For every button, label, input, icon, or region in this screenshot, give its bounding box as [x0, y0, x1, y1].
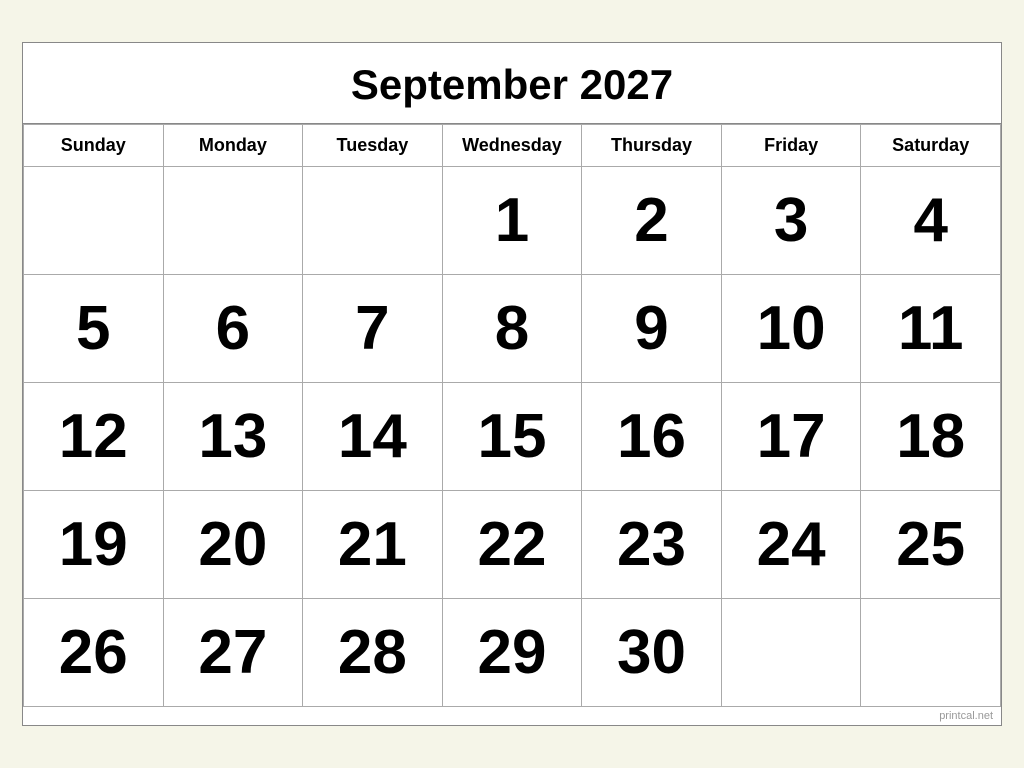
week-row-1: 1234 [24, 167, 1001, 275]
day-cell-27: 27 [163, 599, 303, 707]
day-cell-3: 3 [721, 167, 861, 275]
week-row-2: 567891011 [24, 275, 1001, 383]
watermark: printcal.net [23, 707, 1001, 725]
day-cell-24: 24 [721, 491, 861, 599]
day-cell-22: 22 [442, 491, 582, 599]
day-cell-28: 28 [303, 599, 443, 707]
day-header-thursday: Thursday [582, 125, 722, 167]
day-cell-1: 1 [442, 167, 582, 275]
day-header-saturday: Saturday [861, 125, 1001, 167]
empty-cell [721, 599, 861, 707]
day-cell-12: 12 [24, 383, 164, 491]
week-row-4: 19202122232425 [24, 491, 1001, 599]
week-row-5: 2627282930 [24, 599, 1001, 707]
day-cell-11: 11 [861, 275, 1001, 383]
empty-cell [303, 167, 443, 275]
day-header-wednesday: Wednesday [442, 125, 582, 167]
empty-cell [861, 599, 1001, 707]
calendar-container: September 2027 SundayMondayTuesdayWednes… [22, 42, 1002, 726]
day-header-monday: Monday [163, 125, 303, 167]
day-cell-15: 15 [442, 383, 582, 491]
day-cell-10: 10 [721, 275, 861, 383]
day-cell-14: 14 [303, 383, 443, 491]
days-header-row: SundayMondayTuesdayWednesdayThursdayFrid… [24, 125, 1001, 167]
day-header-friday: Friday [721, 125, 861, 167]
day-cell-2: 2 [582, 167, 722, 275]
day-cell-13: 13 [163, 383, 303, 491]
day-cell-29: 29 [442, 599, 582, 707]
day-cell-6: 6 [163, 275, 303, 383]
day-cell-5: 5 [24, 275, 164, 383]
day-cell-7: 7 [303, 275, 443, 383]
day-cell-17: 17 [721, 383, 861, 491]
day-header-sunday: Sunday [24, 125, 164, 167]
empty-cell [163, 167, 303, 275]
day-cell-9: 9 [582, 275, 722, 383]
day-cell-16: 16 [582, 383, 722, 491]
day-cell-23: 23 [582, 491, 722, 599]
empty-cell [24, 167, 164, 275]
day-cell-21: 21 [303, 491, 443, 599]
day-cell-4: 4 [861, 167, 1001, 275]
day-header-tuesday: Tuesday [303, 125, 443, 167]
calendar-table: SundayMondayTuesdayWednesdayThursdayFrid… [23, 124, 1001, 707]
day-cell-8: 8 [442, 275, 582, 383]
day-cell-18: 18 [861, 383, 1001, 491]
day-cell-25: 25 [861, 491, 1001, 599]
day-cell-19: 19 [24, 491, 164, 599]
day-cell-30: 30 [582, 599, 722, 707]
day-cell-20: 20 [163, 491, 303, 599]
week-row-3: 12131415161718 [24, 383, 1001, 491]
calendar-title: September 2027 [23, 43, 1001, 124]
day-cell-26: 26 [24, 599, 164, 707]
